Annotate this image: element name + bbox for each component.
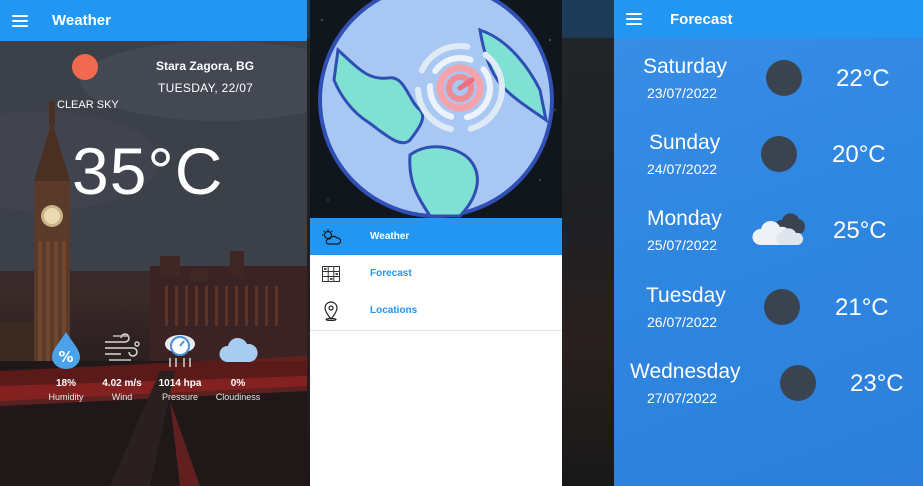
location-label: Stara Zagora, BG [156,59,255,73]
navigation-drawer: Weather Forecast Locations [310,0,562,486]
forecast-temp: 23°C [850,370,904,397]
forecast-date: 26/07/2022 [647,314,718,330]
drawer-item-label: Weather [370,231,410,242]
moon-icon [764,289,800,325]
drawer-item-forecast[interactable]: Forecast [310,255,562,292]
forecast-row: Monday 25/07/2022 25°C [614,205,923,275]
app-bar: Forecast [614,0,923,38]
moon-icon [766,60,802,96]
forecast-row: Saturday 23/07/2022 22°C [614,53,923,123]
drawer-divider [310,330,562,331]
forecast-row: Sunday 24/07/2022 20°C [614,129,923,199]
sun-icon [72,54,98,80]
forecast-date: 27/07/2022 [647,390,718,406]
partly-cloudy-icon [320,226,342,248]
forecast-day: Sunday [649,131,721,154]
cloudy-icon [752,211,808,252]
app-title: Weather [52,12,111,29]
moon-icon [780,365,816,401]
svg-text:%: % [58,348,73,366]
forecast-date: 24/07/2022 [647,161,718,177]
drawer-item-label: Forecast [370,268,412,279]
forecast-row: Wednesday 27/07/2022 23°C [614,358,923,428]
moon-icon [761,136,797,172]
forecast-temp: 20°C [832,141,886,168]
forecast-day: Saturday [643,55,728,78]
drawer-header-globe-image [310,0,562,218]
date-label: TUESDAY, 22/07 [158,81,254,95]
calendar-grid-icon [320,263,342,285]
weather-screen: Weather Stara Zagora, BG TUESDAY, 22/07 … [0,0,307,486]
condition-label: CLEAR SKY [57,99,119,111]
forecast-day: Wednesday [630,360,741,383]
menu-icon[interactable] [12,14,28,27]
forecast-temp: 21°C [835,294,889,321]
cloud-icon [203,330,273,370]
forecast-date: 25/07/2022 [647,237,718,253]
forecast-temp: 22°C [836,65,890,92]
drawer-item-locations[interactable]: Locations [310,292,562,329]
drawer-item-label: Locations [370,305,418,316]
forecast-temp: 25°C [833,217,887,244]
current-temperature: 35°C [72,134,224,208]
stat-cloudiness: 0% Cloudiness [203,330,273,402]
forecast-row: Tuesday 26/07/2022 21°C [614,282,923,352]
location-pin-icon [320,300,342,322]
forecast-screen: Forecast Saturday 23/07/2022 22°C Sunday… [614,0,923,486]
navigation-drawer-screen: Weather Forecast Locations [307,0,614,486]
city-background-image [0,41,307,486]
forecast-date: 23/07/2022 [647,85,718,101]
forecast-day: Monday [647,207,722,230]
app-title: Forecast [670,10,733,28]
app-bar: Weather [0,0,307,41]
drawer-item-weather[interactable]: Weather [310,218,562,255]
menu-icon[interactable] [626,13,642,25]
forecast-day: Tuesday [646,284,726,307]
